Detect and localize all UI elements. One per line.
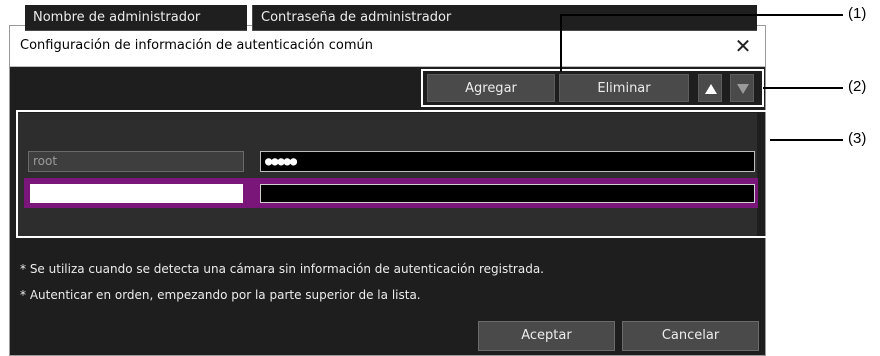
close-button[interactable]: ✕	[729, 32, 757, 60]
toolbar-highlight-box	[421, 69, 764, 107]
callout-label-1: (1)	[848, 5, 867, 22]
cancel-button[interactable]: Cancelar	[622, 321, 759, 351]
close-icon: ✕	[734, 34, 752, 58]
callout-line-1-horizontal	[560, 14, 843, 16]
dialog-titlebar: Configuración de información de autentic…	[10, 26, 765, 67]
callout-line-3	[770, 139, 843, 141]
column-header-admin-password[interactable]: Contraseña de administrador	[252, 5, 757, 31]
table-highlight-box	[16, 110, 771, 238]
dialog-title: Configuración de información de autentic…	[20, 38, 374, 53]
callout-label-2: (2)	[848, 78, 867, 95]
callout-line-1-vertical	[560, 14, 562, 72]
note-unregistered-camera: * Se utiliza cuando se detecta una cámar…	[20, 262, 544, 276]
callout-label-3: (3)	[848, 130, 867, 147]
ok-button[interactable]: Aceptar	[478, 321, 615, 351]
column-header-admin-name[interactable]: Nombre de administrador	[25, 5, 247, 31]
callout-line-2	[763, 87, 843, 89]
note-auth-order: * Autenticar en orden, empezando por la …	[20, 288, 421, 302]
